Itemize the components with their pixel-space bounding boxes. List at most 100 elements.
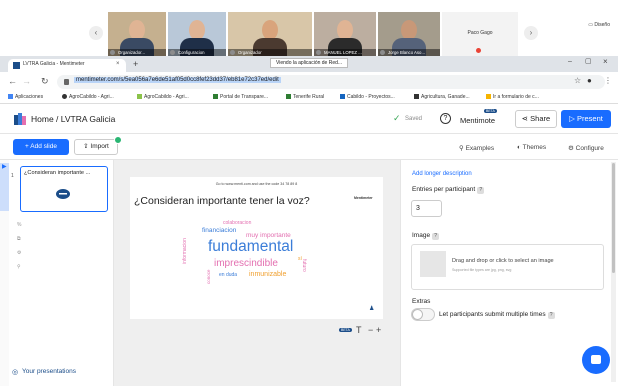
dropzone-subtext: Supported file types are jpg, png, svg [452,268,512,272]
mentimeter-favicon-icon [13,62,20,69]
decrease-button[interactable]: − [368,325,373,335]
participant-name: Jorge Blanco Aso... [378,49,440,56]
your-presentations-link[interactable]: Your presentations [22,368,76,375]
bookmark-item[interactable]: Ir a formulario de c... [486,94,539,100]
reload-icon[interactable]: ↻ [41,76,49,87]
text-size-icon[interactable]: T [356,325,362,335]
participant-tile[interactable]: Organizador [228,12,312,56]
participant-name: Organizador [228,49,312,56]
presentations-icon[interactable]: ◎ [12,368,18,376]
tab-title: LVTRA Galicia - Mentimeter [23,61,85,67]
bookmark-label: Aplicaciones [15,94,44,100]
bookmark-apps[interactable]: Aplicaciones [8,94,43,100]
configure-label: Configure [575,145,604,152]
tooltip: Viendo la aplicación de Red... [270,58,349,68]
toggle-knob[interactable] [412,309,423,320]
slide-thumbnail-title: ¿Consideran importante ... [24,170,91,176]
back-icon[interactable]: ← [8,76,17,86]
prev-participants-icon[interactable]: ‹ [89,26,103,40]
play-icon[interactable]: ▶ [2,163,7,170]
close-window-icon[interactable]: × [603,57,608,66]
settings-icon[interactable]: ⚙ [17,250,21,256]
profile-icon[interactable]: ● [587,76,592,85]
word: sí [298,256,302,262]
maximize-icon[interactable]: ▢ [585,57,592,65]
forward-icon[interactable]: → [22,76,31,86]
bookmark-item[interactable]: Portal de Transpare... [213,94,268,100]
slide-number: 1 [11,173,14,179]
multiple-submissions-label: Let participants submit multiple times? [439,311,555,319]
examples-button[interactable]: ⚲ Examples [459,144,494,152]
bookmark-label: Agricultura, Ganade... [421,94,470,100]
word: colaboracion [223,220,252,226]
multiple-submissions-text: Let participants submit multiple times [439,311,546,318]
share-button[interactable]: ⋖ Share [515,110,557,128]
entries-label-text: Entries per participant [412,186,476,193]
browser-menu-icon[interactable]: ⋮ [604,76,612,85]
image-placeholder [420,251,446,277]
entries-label: Entries per participant? [412,186,485,194]
word-cloud: colaboracion financiacion muy importante… [176,214,326,304]
help-icon[interactable]: ? [432,233,440,240]
bookmark-item[interactable]: AgroCabildo - Agri... [62,94,114,100]
next-participants-icon[interactable]: › [524,26,538,40]
bookmark-item[interactable]: Tenerife Rural [286,94,324,100]
entries-input[interactable]: 3 [411,200,442,217]
mentimeter-logo-icon[interactable] [14,113,26,125]
help-icon[interactable]: ? [547,312,555,319]
word: financiacion [202,227,237,234]
image-label: Image? [412,232,440,240]
url-text[interactable]: mentimeter.com/s/5ea056a7e6de51af05d0cc8… [74,77,281,83]
word-cloud-icon [56,189,70,199]
bookmark-item[interactable]: AgroCabildo - Agri... [137,94,189,100]
search-icon[interactable]: ⚲ [17,264,21,270]
participants-icon: ♟ [369,306,375,312]
meet-layout-button[interactable]: ▭ Diseño [588,22,610,28]
scrollbar-thumb[interactable] [612,163,615,273]
word: conoce [206,269,211,284]
bookmark-label: Portal de Transpare... [220,94,269,100]
bookmark-label: AgroCabildo - Agri... [144,94,189,100]
import-label: Import [90,143,109,150]
participant-name: Paco Gago [467,30,493,36]
participant-name: MANUEL LOPEZ ... [314,49,376,56]
breadcrumb[interactable]: Home / LVTRA Galicia [31,114,115,124]
participant-tile[interactable]: Paco Gago [442,12,518,56]
bookmark-item[interactable]: Cabildo - Proyectos... [340,94,395,100]
themes-label: Themes [522,144,547,151]
increase-button[interactable]: + [376,325,381,335]
new-tab-icon[interactable]: + [133,59,138,69]
image-label-text: Image [412,232,431,239]
help-icon[interactable]: ? [440,113,451,124]
beta-badge: BETA [484,109,497,113]
slide-join-instructions: Go to www.menti.com and use the code 34 … [215,182,298,186]
import-button[interactable]: ⇪ Import [74,139,118,155]
word: fundamental [208,238,294,255]
check-icon: ✓ [393,113,401,123]
participant-tile[interactable]: MANUEL LOPEZ ... [314,12,376,56]
participant-name: Configuracion [168,49,226,56]
dropzone-text: Drag and drop or click to select an imag… [452,258,554,264]
participant-tile[interactable]: Configuracion [168,12,226,56]
meet-layout-label: Diseño [594,22,610,28]
bookmark-star-icon[interactable]: ☆ [574,76,581,85]
add-longer-description-link[interactable]: Add longer description [412,171,472,177]
word: imprescindible [214,258,278,269]
chat-icon [591,355,601,364]
bookmark-item[interactable]: Agricultura, Ganade... [414,94,470,100]
share-label: Share [530,114,551,123]
add-slide-button[interactable]: + Add slide [13,139,69,155]
minimize-icon[interactable]: – [568,58,572,65]
mentimote-button[interactable]: Mentimote [460,116,495,125]
configure-button[interactable]: ⚙ Configure [568,144,604,152]
help-icon[interactable]: ? [477,187,485,194]
duplicate-icon[interactable]: ⧉ [17,236,21,242]
themes-button[interactable]: ◐ Themes [517,144,546,151]
tab-close-icon[interactable]: × [116,61,120,67]
lock-icon [64,79,69,85]
participant-tile[interactable]: Jorge Blanco Aso... [378,12,440,56]
slide-logo: Mentimeter [354,196,373,200]
participant-tile[interactable]: Organizador... [108,12,166,56]
eye-icon[interactable]: % [17,222,21,228]
present-button[interactable]: ▷ Present [561,110,611,128]
